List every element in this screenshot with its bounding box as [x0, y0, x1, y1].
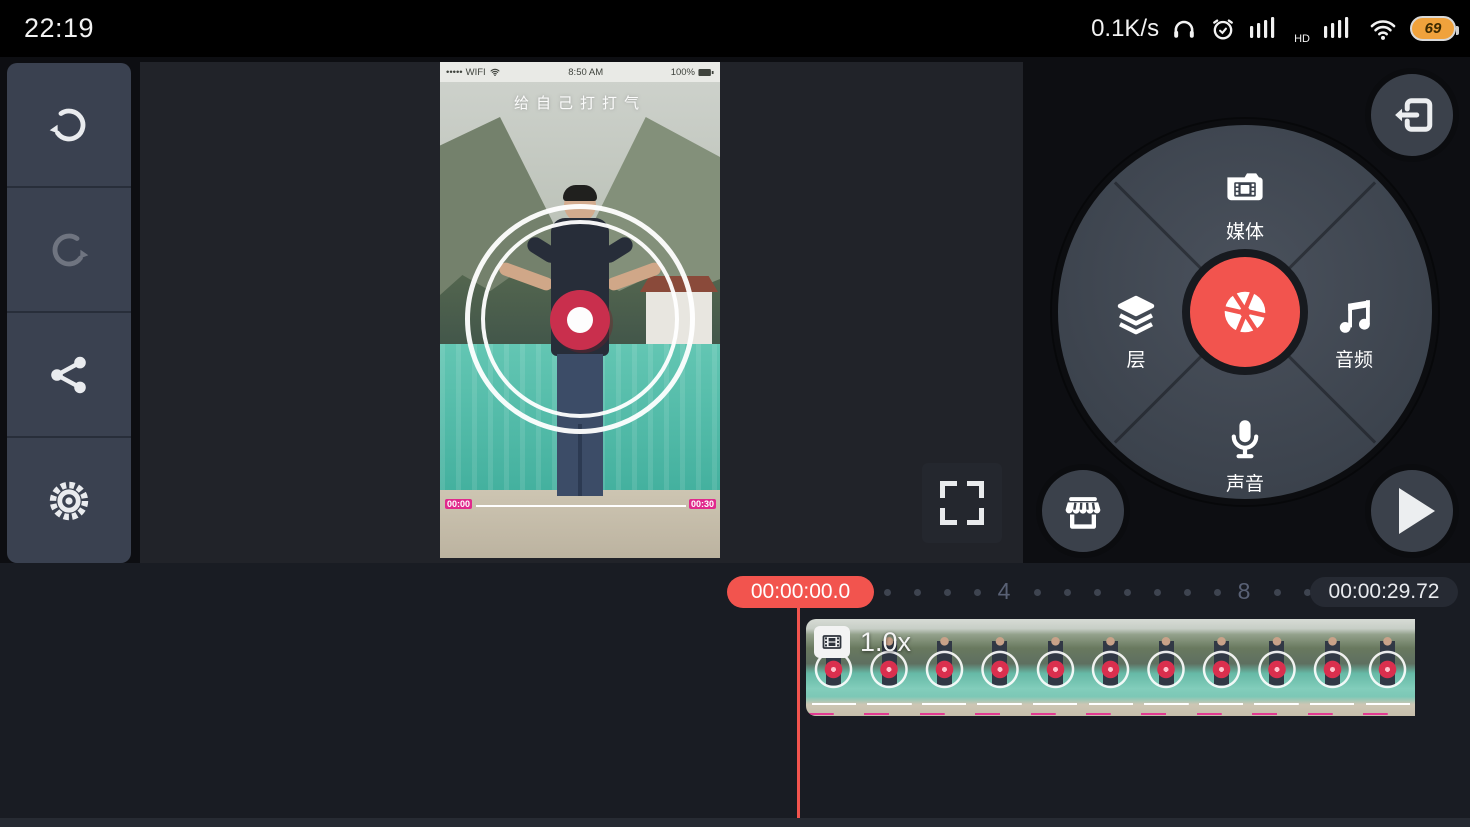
wheel-item-label: 媒体 [1225, 222, 1264, 243]
wheel-item-label: 层 [1126, 350, 1146, 371]
clip-thumbnail-frame [1138, 619, 1194, 716]
ruler-second-label: 8 [1237, 578, 1251, 604]
clip-thumbnail-frame [1193, 619, 1250, 716]
alarm-icon [1209, 15, 1237, 43]
clip-thumbnail-frame [972, 619, 1028, 716]
share-button[interactable] [7, 313, 131, 438]
phone-wifi-icon [489, 67, 501, 77]
redo-button[interactable] [7, 188, 131, 313]
phone-battery-icon [698, 68, 714, 77]
signal-bars-2-icon [1322, 14, 1356, 44]
redo-icon [45, 226, 93, 274]
wheel-item-label: 声音 [1225, 474, 1264, 495]
navigation-hint-bar [0, 818, 1470, 827]
music-note-icon [1330, 291, 1378, 339]
phone-carrier-text: WIFI [465, 66, 486, 78]
ruler-dot [1094, 589, 1101, 596]
media-folder-icon [1221, 163, 1269, 211]
clip-thumbnail-frame [916, 619, 973, 716]
exit-icon [1386, 89, 1438, 141]
clip-thumbnails[interactable]: 1.0x [806, 619, 1470, 716]
undo-button[interactable] [7, 63, 131, 188]
fullscreen-button[interactable] [922, 463, 1002, 543]
video-preview[interactable]: ••••• WIFI 8:50 AM 100% 给自己打打气 00:00 00:… [440, 62, 720, 558]
ruler-dot [1034, 589, 1041, 596]
battery-percent-text: 69 [1424, 20, 1442, 37]
video-caption-text: 给自己打打气 [513, 95, 646, 112]
wheel-item-media[interactable]: 媒体 [1058, 163, 1432, 244]
ruler-dot [1124, 589, 1131, 596]
headphones-icon [1170, 15, 1198, 43]
clip-thumbnail-frame [1359, 619, 1416, 716]
total-duration-badge: 00:00:29.72 [1310, 577, 1458, 607]
ruler-dot [974, 589, 981, 596]
clock-text: 22:19 [24, 13, 95, 43]
settings-button[interactable] [7, 438, 131, 563]
network-speed-text: 0.1K/s [1091, 14, 1160, 42]
timeline-ruler[interactable]: 00:00:00.0 00:00:29.72 1.0x 4 8 [0, 563, 1470, 818]
kinemaster-editor: ••••• WIFI 8:50 AM 100% 给自己打打气 00:00 00:… [0, 57, 1470, 827]
wheel-item-audio[interactable]: 音频 [1306, 291, 1402, 372]
ruler-dot [914, 589, 921, 596]
ruler-dot [884, 589, 891, 596]
wheel-item-label: 音频 [1334, 350, 1373, 371]
video-progress-end-time: 00:30 [688, 499, 716, 509]
asset-store-button[interactable] [1036, 464, 1130, 558]
store-icon [1057, 485, 1109, 537]
video-progress-line [476, 505, 686, 507]
android-status-bar: 22:19 0.1K/s HD 69 [0, 0, 1470, 57]
exit-project-button[interactable] [1365, 68, 1459, 162]
play-button[interactable] [1365, 464, 1459, 558]
clip-thumbnail-frame [1304, 619, 1360, 716]
ruler-dot [1154, 589, 1161, 596]
action-wheel: 媒体 层 音频 声音 [1052, 119, 1438, 505]
phone-signal-dots: ••••• [446, 66, 463, 78]
ruler-dot [1184, 589, 1191, 596]
wifi-icon [1367, 15, 1399, 43]
gear-icon [45, 477, 93, 525]
ruler-second-label: 4 [997, 578, 1011, 604]
left-toolbar [7, 63, 131, 563]
clip-thumbnail-frame [1082, 619, 1139, 716]
ruler-dot [944, 589, 951, 596]
clip-thumbnail-frame [1249, 619, 1305, 716]
battery-icon: 69 [1410, 16, 1459, 41]
video-progress-start-time: 00:00 [445, 499, 473, 509]
undo-icon [45, 101, 93, 149]
clip-speed-label: 1.0x [860, 627, 912, 657]
video-pool-deck [440, 490, 720, 558]
play-icon [1399, 488, 1435, 534]
playhead-time-badge: 00:00:00.0 [727, 576, 874, 608]
ruler-dot [1214, 589, 1221, 596]
capture-button[interactable] [1182, 249, 1308, 375]
layers-icon [1112, 291, 1160, 339]
clip-type-badge [814, 626, 850, 658]
clip-thumbnail-frame [1027, 619, 1083, 716]
ruler-dot [1064, 589, 1071, 596]
ruler-dot [1274, 589, 1281, 596]
phone-time-text: 8:50 AM [568, 66, 604, 78]
phone-battery-text: 100% [670, 66, 695, 78]
signal-bars-icon [1248, 14, 1282, 44]
microphone-icon [1221, 415, 1269, 463]
wheel-item-layer[interactable]: 层 [1088, 291, 1184, 372]
camera-shutter-icon [1216, 283, 1274, 341]
record-button-overlay [550, 290, 610, 350]
playhead-line [797, 608, 800, 818]
film-strip-icon [820, 630, 844, 654]
share-icon [45, 351, 93, 399]
hd-volte-label: HD [1294, 32, 1310, 45]
recorded-phone-status-bar: ••••• WIFI 8:50 AM 100% [440, 62, 720, 82]
